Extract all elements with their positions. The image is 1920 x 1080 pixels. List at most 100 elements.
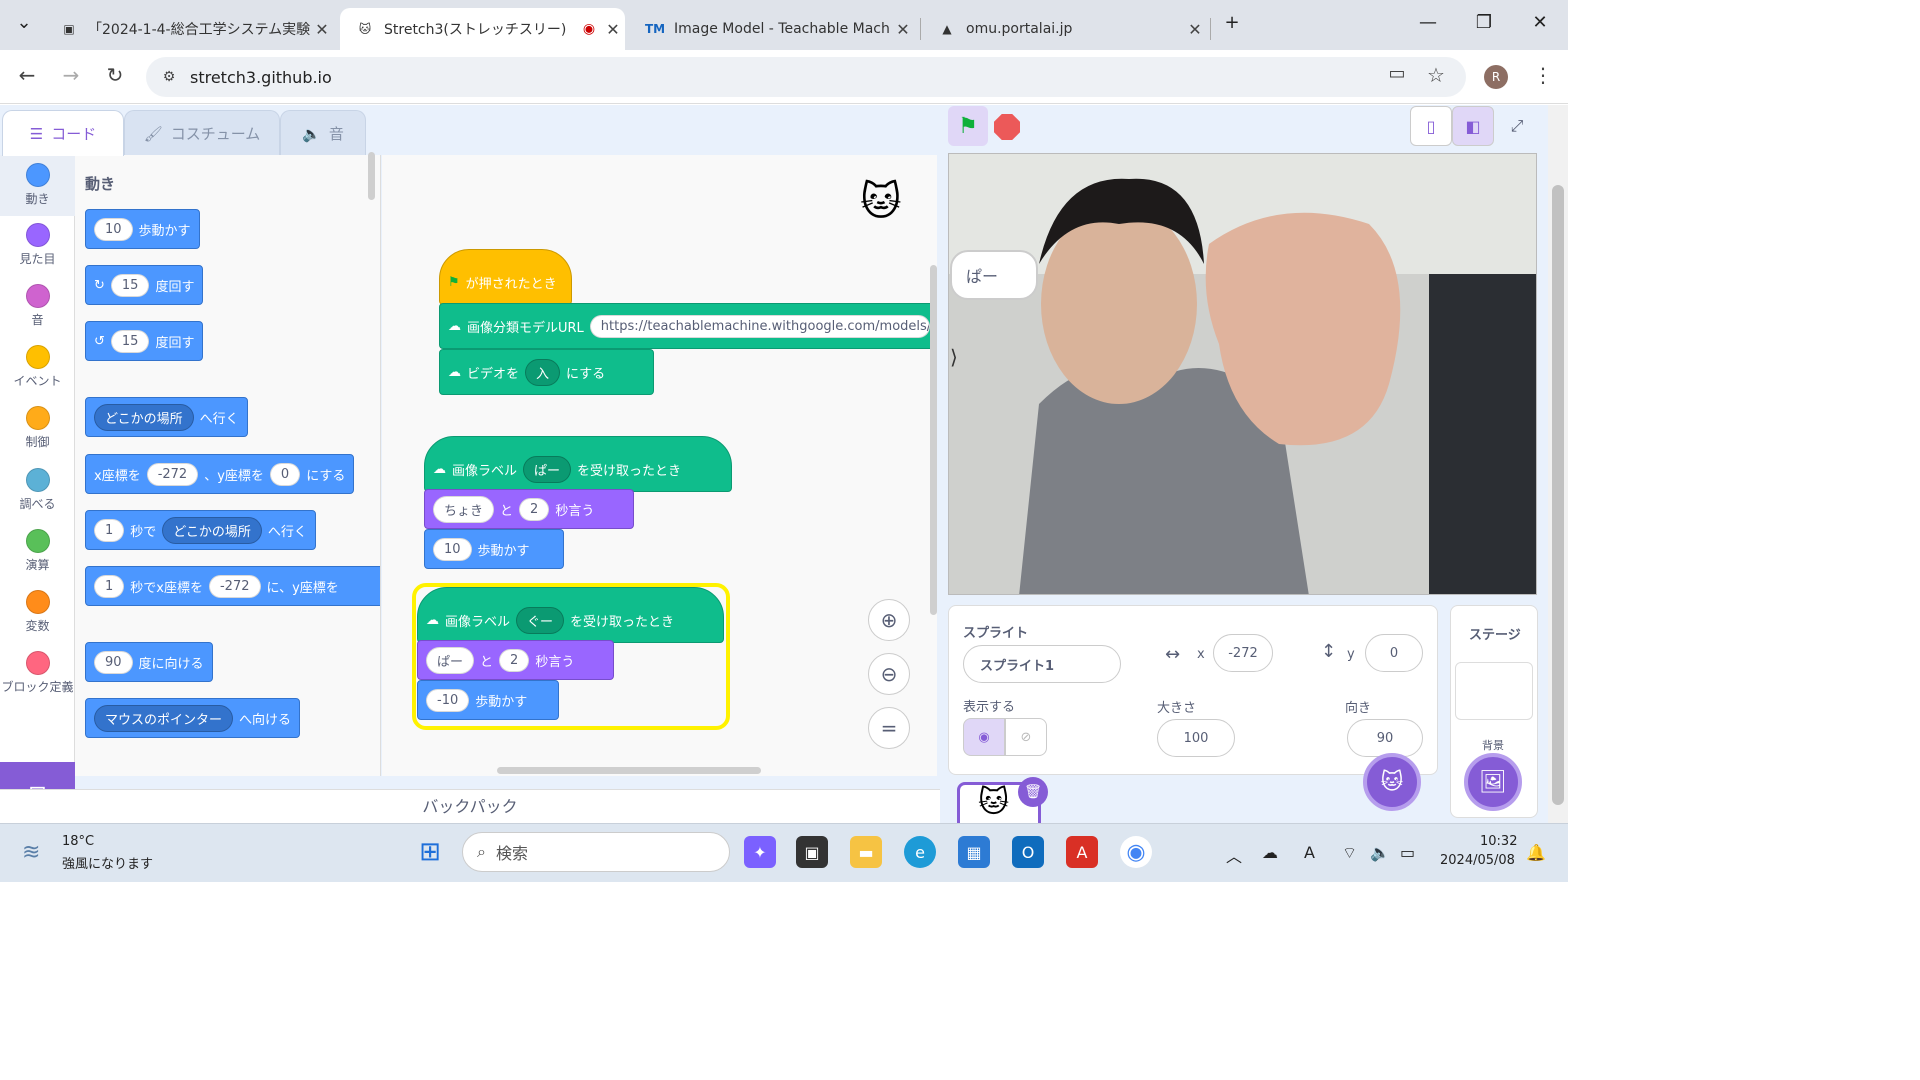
tab-costumes[interactable]: 🖌 コスチューム: [124, 110, 280, 156]
browser-tab-3[interactable]: TM Image Model - Teachable Mach ✕: [630, 8, 915, 50]
forward-icon[interactable]: →: [56, 63, 86, 87]
category-sound[interactable]: 音: [0, 284, 75, 328]
video-dropdown[interactable]: 入: [525, 358, 561, 386]
restore-icon[interactable]: ❐: [1464, 12, 1504, 33]
tray-overflow-icon[interactable]: ︿: [1226, 843, 1242, 867]
clock-date[interactable]: 2024/05/08: [1440, 853, 1515, 868]
show-visible-button[interactable]: ◉: [963, 718, 1005, 756]
delete-sprite-button[interactable]: 🗑: [1018, 777, 1048, 807]
copilot-icon[interactable]: ✦: [744, 836, 776, 868]
cloud-icon[interactable]: ☁: [1262, 843, 1278, 862]
small-stage-button[interactable]: ▯: [1410, 106, 1452, 146]
reload-icon[interactable]: ↻: [100, 63, 130, 87]
edge-icon[interactable]: e: [904, 836, 936, 868]
category-motion[interactable]: 動き: [0, 155, 75, 216]
acrobat-icon[interactable]: A: [1066, 836, 1098, 868]
windows-start-icon[interactable]: ⊞: [414, 836, 446, 868]
camera-icon[interactable]: ▭: [1382, 63, 1412, 84]
size-input[interactable]: 100: [1157, 719, 1235, 757]
new-tab-icon[interactable]: +: [1212, 12, 1252, 33]
block-move-steps[interactable]: -10 歩動かす: [417, 680, 559, 720]
block-point-direction[interactable]: 90 度に向ける: [85, 642, 213, 682]
tab-sounds[interactable]: 🔈 音: [280, 110, 366, 156]
close-icon[interactable]: ✕: [601, 20, 625, 39]
outlook-icon[interactable]: O: [1012, 836, 1044, 868]
bookmark-star-icon[interactable]: ☆: [1421, 63, 1451, 87]
ime-icon[interactable]: A: [1304, 843, 1315, 862]
block-when-label-received[interactable]: ☁ 画像ラベル ぐー を受け取ったとき: [417, 587, 724, 643]
add-sprite-button[interactable]: 🐱: [1363, 753, 1421, 811]
chrome-icon[interactable]: ◉: [1120, 836, 1152, 868]
workspace-hscrollbar[interactable]: [497, 767, 761, 774]
backdrop-thumbnail[interactable]: [1455, 662, 1533, 720]
task-view-icon[interactable]: ▣: [796, 836, 828, 868]
block-point-towards[interactable]: マウスのポインター へ向ける: [85, 698, 301, 738]
zoom-in-button[interactable]: ⊕: [868, 599, 910, 641]
category-operators[interactable]: 演算: [0, 529, 75, 573]
block-glide[interactable]: 1 秒で どこかの場所 へ行く: [85, 510, 316, 550]
stop-button[interactable]: [994, 114, 1020, 140]
block-say-for-secs[interactable]: ちょきと 2 秒言う: [424, 489, 634, 529]
y-input[interactable]: 0: [1365, 634, 1423, 672]
sprite-name-input[interactable]: スプライト1: [963, 645, 1121, 683]
address-bar[interactable]: ⚙ stretch3.github.io: [146, 57, 1466, 97]
add-backdrop-button[interactable]: 🖼: [1464, 753, 1522, 811]
close-icon[interactable]: ✕: [891, 20, 915, 39]
close-icon[interactable]: ✕: [310, 20, 334, 39]
model-url-input[interactable]: https://teachablemachine.withgoogle.com/…: [589, 314, 930, 338]
zoom-out-button[interactable]: ⊖: [868, 653, 910, 695]
palette-scrollbar[interactable]: [368, 152, 375, 200]
category-sensing[interactable]: 調べる: [0, 468, 75, 512]
file-explorer-icon[interactable]: ▬: [850, 836, 882, 868]
tab-code[interactable]: ☰ コード: [2, 110, 124, 156]
large-stage-button[interactable]: ◧: [1452, 106, 1494, 146]
category-looks[interactable]: 見た目: [0, 223, 75, 267]
weather-temp[interactable]: 18°C: [62, 834, 94, 849]
clock-time[interactable]: 10:32: [1480, 834, 1517, 849]
battery-icon[interactable]: ▭: [1400, 843, 1415, 862]
category-variables[interactable]: 変数: [0, 590, 75, 634]
block-say-for-secs[interactable]: ぱーと 2 秒言う: [417, 640, 614, 680]
show-hidden-button[interactable]: ⊘: [1005, 718, 1047, 756]
browser-tab-4[interactable]: ▲ omu.portalai.jp ✕: [922, 8, 1207, 50]
browser-tab-1[interactable]: ▣ 「2024-1-4-総合工学システム実験 ✕: [44, 8, 334, 50]
volume-icon[interactable]: 🔈: [1370, 843, 1390, 862]
close-icon[interactable]: ✕: [1183, 20, 1207, 39]
block-when-label-received[interactable]: ☁ 画像ラベル ぱー を受け取ったとき: [424, 436, 732, 492]
block-glide-xy[interactable]: 1 秒でx座標を -272 に、y座標を: [85, 566, 380, 606]
category-myblocks[interactable]: ブロック定義: [0, 651, 75, 695]
stage-canvas[interactable]: [948, 153, 1537, 595]
workspace-scrollbar[interactable]: [930, 265, 937, 615]
sprite-cat-icon[interactable]: ⟩: [950, 345, 958, 369]
window-close-icon[interactable]: ✕: [1520, 12, 1560, 33]
wifi-icon[interactable]: ⌔: [1342, 843, 1357, 863]
site-info-icon[interactable]: ⚙: [154, 69, 184, 85]
zoom-reset-button[interactable]: =: [868, 707, 910, 749]
tab-search-icon[interactable]: ⌄: [4, 12, 44, 33]
direction-input[interactable]: 90: [1347, 719, 1423, 757]
block-video-toggle[interactable]: ☁ ビデオを入にする: [439, 349, 654, 395]
block-goto[interactable]: どこかの場所 へ行く: [85, 397, 248, 437]
category-control[interactable]: 制御: [0, 406, 75, 450]
green-flag-button[interactable]: ⚑: [948, 106, 988, 146]
back-icon[interactable]: ←: [12, 63, 42, 87]
browser-tab-2[interactable]: 🐱 Stretch3(ストレッチスリー) ◉ ✕: [340, 8, 625, 50]
label-dropdown[interactable]: ぐー: [516, 606, 565, 634]
block-model-url[interactable]: ☁ 画像分類モデルURL https://teachablemachine.with…: [439, 303, 937, 349]
page-scrollbar[interactable]: [1548, 105, 1568, 823]
code-workspace[interactable]: 🐱 ⚑ が押されたとき ☁ 画像分類モデルURL https://teachablem…: [382, 155, 937, 776]
menu-dots-icon[interactable]: ⋮: [1528, 63, 1558, 87]
notification-bell-icon[interactable]: 🔔: [1526, 843, 1546, 862]
weather-icon[interactable]: ≋: [22, 840, 40, 865]
block-set-xy[interactable]: x座標を -272 、y座標を 0 にする: [85, 454, 355, 494]
block-move-steps[interactable]: 10 歩動かす: [424, 529, 564, 569]
x-input[interactable]: -272: [1213, 634, 1273, 672]
block-turn-right[interactable]: ↻ 15 度回す: [85, 265, 204, 305]
profile-avatar[interactable]: R: [1484, 65, 1508, 89]
weather-text[interactable]: 強風になります: [62, 853, 153, 872]
block-when-flag-clicked[interactable]: ⚑ が押されたとき: [439, 249, 572, 305]
fullscreen-button[interactable]: ⤢: [1496, 106, 1538, 146]
store-icon[interactable]: ▦: [958, 836, 990, 868]
category-events[interactable]: イベント: [0, 345, 75, 389]
taskbar-search[interactable]: ⌕ 検索: [462, 832, 730, 872]
